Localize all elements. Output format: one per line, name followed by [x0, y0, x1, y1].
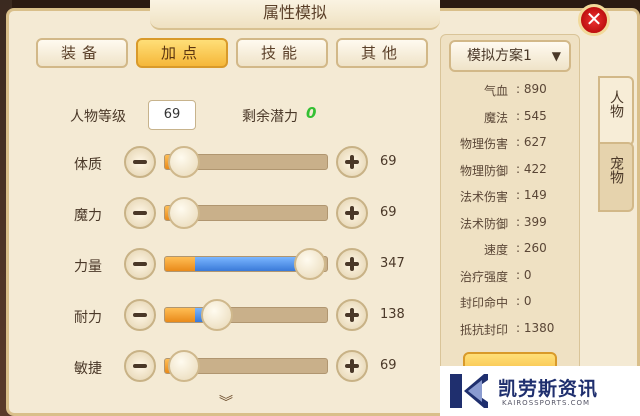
stat-value: : 545 — [516, 108, 547, 123]
stat-row: 治疗强度 : 0 — [440, 268, 580, 290]
chevron-down-icon: ▼ — [551, 49, 561, 63]
minus-icon — [133, 313, 147, 317]
plus-button[interactable] — [336, 248, 368, 280]
stat-label: 封印命中 — [459, 296, 508, 310]
tab-other[interactable]: 其他 — [336, 38, 428, 68]
stat-row: 抵抗封印 : 1380 — [440, 321, 580, 343]
stat-row: 物理伤害 : 627 — [440, 135, 580, 157]
attribute-value: 69 — [380, 205, 397, 220]
stat-label: 治疗强度 — [459, 269, 508, 284]
minus-icon — [133, 160, 147, 164]
minus-button[interactable] — [124, 350, 156, 382]
base-points-fill — [165, 308, 195, 322]
attribute-name: 魔力 — [74, 208, 102, 224]
stat-label: 物理防御 — [459, 163, 508, 178]
close-icon: ✕ — [585, 7, 603, 31]
side-tab-pet[interactable]: 宠物 — [598, 142, 634, 212]
minus-button[interactable] — [124, 197, 156, 229]
stat-value: : 1380 — [516, 320, 555, 335]
close-button[interactable]: ✕ — [578, 4, 610, 36]
attribute-row: 力量 347 — [0, 248, 430, 282]
stat-label: 气血 — [483, 84, 508, 98]
slider-handle[interactable] — [168, 350, 200, 382]
plus-button[interactable] — [336, 299, 368, 331]
attribute-name: 敏捷 — [74, 361, 102, 377]
window-title: 属性模拟 — [150, 0, 440, 30]
side-tab-label: 人物 — [608, 90, 624, 118]
base-points-fill — [165, 257, 195, 271]
level-label: 人物等级 — [70, 109, 126, 125]
stat-label: 抵抗封印 — [459, 322, 508, 337]
tab-skills[interactable]: 技能 — [236, 38, 328, 68]
stat-label: 法术伤害 — [459, 190, 508, 204]
stat-value: : 0 — [516, 294, 532, 308]
potential-label: 剩余潜力 — [242, 109, 298, 125]
attribute-value: 69 — [380, 154, 397, 169]
watermark-name: 凯劳斯资讯 — [498, 378, 599, 400]
slider-handle[interactable] — [168, 146, 200, 178]
stat-label: 法术防御 — [459, 216, 508, 231]
plus-button[interactable] — [336, 350, 368, 382]
slider-handle[interactable] — [294, 248, 326, 280]
stat-row: 物理防御 : 422 — [440, 162, 580, 184]
stat-row: 法术伤害 : 149 — [440, 188, 580, 210]
stat-label: 魔法 — [483, 110, 508, 125]
stat-value: : 0 — [516, 267, 532, 282]
level-input[interactable]: 69 — [148, 100, 196, 130]
stat-value: : 149 — [516, 188, 547, 202]
added-points-fill — [195, 257, 300, 271]
minus-icon — [133, 262, 147, 266]
attribute-name: 力量 — [74, 259, 102, 275]
scheme-label: 模拟方案1 — [467, 48, 532, 64]
attribute-value: 69 — [380, 358, 397, 373]
attribute-row: 魔力 69 — [0, 197, 430, 231]
attribute-name: 耐力 — [74, 310, 102, 326]
potential-value: 0 — [306, 104, 317, 122]
side-tab-label: 宠物 — [608, 156, 624, 184]
attribute-name: 体质 — [74, 157, 102, 173]
attribute-row: 耐力 138 — [0, 299, 430, 333]
attribute-value: 347 — [380, 256, 405, 271]
minus-icon — [133, 364, 147, 368]
logo-mark — [450, 374, 488, 408]
stat-value: : 627 — [516, 135, 547, 149]
stat-label: 速度 — [483, 243, 508, 257]
minus-button[interactable] — [124, 299, 156, 331]
stat-row: 魔法 : 545 — [440, 109, 580, 131]
stat-value: : 890 — [516, 82, 547, 96]
watermark-logo: 凯劳斯资讯 KAIROSSPORTS.COM — [440, 366, 640, 416]
scroll-down-icon[interactable]: ︾ — [219, 392, 233, 412]
minus-button[interactable] — [124, 146, 156, 178]
plus-button[interactable] — [336, 146, 368, 178]
stat-value: : 260 — [516, 241, 547, 255]
stat-row: 法术防御 : 399 — [440, 215, 580, 237]
watermark-site: KAIROSSPORTS.COM — [502, 399, 591, 407]
stat-row: 封印命中 : 0 — [440, 294, 580, 316]
stat-value: : 399 — [516, 214, 547, 229]
attribute-row: 敏捷 69 — [0, 350, 430, 384]
scheme-dropdown[interactable]: 模拟方案1 ▼ — [449, 40, 571, 72]
slider-handle[interactable] — [201, 299, 233, 331]
attribute-row: 体质 69 — [0, 146, 430, 180]
attribute-slider-track[interactable] — [164, 307, 328, 323]
minus-icon — [133, 211, 147, 215]
slider-handle[interactable] — [168, 197, 200, 229]
tab-add-points[interactable]: 加点 — [136, 38, 228, 68]
stat-label: 物理伤害 — [459, 137, 508, 151]
tab-equipment[interactable]: 装备 — [36, 38, 128, 68]
plus-button[interactable] — [336, 197, 368, 229]
stat-row: 气血 : 890 — [440, 82, 580, 104]
minus-button[interactable] — [124, 248, 156, 280]
attribute-value: 138 — [380, 307, 405, 322]
stat-row: 速度 : 260 — [440, 241, 580, 263]
side-tab-character[interactable]: 人物 — [598, 76, 634, 146]
stat-value: : 422 — [516, 161, 547, 176]
